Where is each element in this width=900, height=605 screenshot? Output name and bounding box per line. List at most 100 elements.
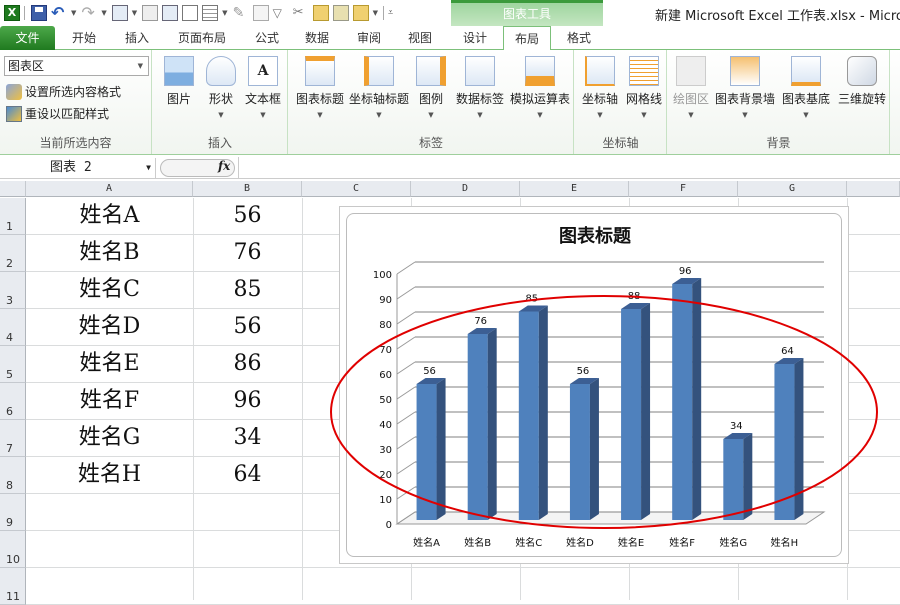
- macro-icon[interactable]: [312, 5, 329, 21]
- redo-dropdown-icon[interactable]: ▼: [101, 9, 106, 17]
- filter-icon[interactable]: ▽: [273, 5, 289, 21]
- row-header[interactable]: 2: [0, 235, 26, 272]
- reset-to-match-style-button[interactable]: 重设以匹配样式: [6, 105, 109, 122]
- row-header[interactable]: 6: [0, 383, 26, 420]
- chart-floor-button[interactable]: 图表基底 ▼: [778, 56, 834, 119]
- insert-textbox-button[interactable]: A 文本框 ▼: [242, 56, 284, 119]
- cell-name[interactable]: 姓名E: [26, 346, 193, 382]
- formula-input[interactable]: [244, 159, 894, 177]
- row-header[interactable]: 5: [0, 346, 26, 383]
- form3-icon[interactable]: [162, 5, 179, 21]
- row-header[interactable]: 11: [0, 568, 26, 605]
- cell-name[interactable]: 姓名G: [26, 420, 193, 456]
- row-header[interactable]: 7: [0, 420, 26, 457]
- tools-icon[interactable]: [352, 5, 369, 21]
- tab-data[interactable]: 数据: [295, 26, 339, 50]
- cell-value[interactable]: 76: [193, 235, 302, 271]
- button-label: 形状: [208, 92, 233, 106]
- row-header[interactable]: 4: [0, 309, 26, 346]
- row-header[interactable]: 9: [0, 494, 26, 531]
- column-header-a[interactable]: A: [26, 181, 193, 197]
- tab-design[interactable]: 设计: [453, 26, 497, 50]
- chevron-down-icon[interactable]: ▼: [146, 158, 151, 178]
- column-header-b[interactable]: B: [193, 181, 302, 197]
- cell-name[interactable]: 姓名F: [26, 383, 193, 419]
- tab-review[interactable]: 审阅: [347, 26, 391, 50]
- tab-layout[interactable]: 布局: [503, 26, 551, 51]
- customize-toolbar-icon[interactable]: ⩡: [388, 8, 393, 18]
- cell-name[interactable]: 姓名H: [26, 457, 193, 493]
- row-header[interactable]: 8: [0, 457, 26, 494]
- tab-view[interactable]: 视图: [398, 26, 442, 50]
- insert-function-icon[interactable]: fx: [218, 159, 230, 173]
- tools-dropdown-icon[interactable]: ▼: [373, 9, 378, 17]
- cell-value[interactable]: 64: [193, 457, 302, 493]
- form-icon[interactable]: [111, 5, 128, 21]
- tab-file[interactable]: 文件: [0, 26, 55, 50]
- row-header[interactable]: 10: [0, 531, 26, 568]
- row-header[interactable]: 3: [0, 272, 26, 309]
- form-dropdown-icon[interactable]: ▼: [132, 9, 137, 17]
- row-header[interactable]: 1: [0, 198, 26, 235]
- cell-value[interactable]: 85: [193, 272, 302, 308]
- axis-titles-button[interactable]: 坐标轴标题 ▼: [347, 56, 411, 119]
- gridlines-button[interactable]: 网格线 ▼: [622, 56, 666, 119]
- column-header-f[interactable]: F: [629, 181, 738, 197]
- plot-area-button[interactable]: 绘图区 ▼: [671, 56, 711, 119]
- column-header-c[interactable]: C: [302, 181, 411, 197]
- redo-icon[interactable]: ↷: [81, 5, 97, 21]
- format-selection-button[interactable]: 设置所选内容格式: [6, 83, 121, 100]
- chart-title-button[interactable]: 图表标题 ▼: [292, 56, 348, 119]
- cell-name[interactable]: 姓名C: [26, 272, 193, 308]
- cell-name[interactable]: 姓名B: [26, 235, 193, 271]
- select-all-corner[interactable]: [0, 181, 26, 197]
- y-tick-label: 40: [379, 420, 392, 431]
- legend-button[interactable]: 图例 ▼: [411, 56, 451, 119]
- tab-home[interactable]: 开始: [62, 26, 106, 50]
- form2-icon[interactable]: [142, 5, 159, 21]
- chart-wall-button[interactable]: 图表背景墙 ▼: [712, 56, 778, 119]
- clear-icon[interactable]: ✂: [293, 5, 309, 21]
- print-preview-icon[interactable]: [182, 5, 199, 21]
- excel-logo-icon[interactable]: X: [4, 5, 20, 21]
- column-header-d[interactable]: D: [411, 181, 520, 197]
- cell-name[interactable]: 姓名D: [26, 309, 193, 345]
- format-painter-icon[interactable]: ✎: [233, 5, 249, 21]
- insert-shapes-button[interactable]: 形状 ▼: [200, 56, 242, 119]
- data-table-button[interactable]: 模拟运算表 ▼: [508, 56, 572, 119]
- cell-value[interactable]: 86: [193, 346, 302, 382]
- column-header-e[interactable]: E: [520, 181, 629, 197]
- bar-front: [723, 439, 744, 520]
- chart-object[interactable]: 图表标题 0 10 20 30 40 50 60 70 80 90 100 56 姓名A 76 姓名B 85 姓名…: [339, 206, 849, 564]
- cell-value[interactable]: 56: [193, 198, 302, 234]
- chart-element-selector[interactable]: 图表区 ▼: [4, 56, 149, 76]
- table-dropdown-icon[interactable]: ▼: [222, 9, 227, 17]
- tab-formulas[interactable]: 公式: [245, 26, 289, 50]
- cell-value[interactable]: 56: [193, 309, 302, 345]
- chart-svg: 图表标题 0 10 20 30 40 50 60 70 80 90 100 56 姓名A 76 姓名B 85 姓名…: [373, 225, 826, 549]
- dropdown-arrow-icon: ▼: [260, 111, 266, 119]
- data-labels-button[interactable]: 数据标签 ▼: [452, 56, 508, 119]
- tab-format[interactable]: 格式: [557, 26, 601, 50]
- cell-value[interactable]: 34: [193, 420, 302, 456]
- undo-dropdown-icon[interactable]: ▼: [71, 9, 76, 17]
- table-icon[interactable]: [202, 5, 219, 21]
- tab-page-layout[interactable]: 页面布局: [170, 26, 234, 50]
- 3d-rotation-button[interactable]: 三维旋转: [834, 56, 890, 107]
- group-label: 坐标轴: [602, 136, 639, 150]
- undo-icon[interactable]: ↶: [51, 5, 67, 21]
- copy-icon[interactable]: [252, 5, 269, 21]
- x-tick-label: 姓名B: [464, 536, 491, 549]
- properties-icon[interactable]: [332, 5, 349, 21]
- save-icon[interactable]: [31, 5, 47, 21]
- data-table-icon: [525, 56, 555, 86]
- cell-name[interactable]: 姓名A: [26, 198, 193, 234]
- axes-button[interactable]: 坐标轴 ▼: [578, 56, 622, 119]
- column-header-h[interactable]: [847, 181, 900, 197]
- gridline-depth: [396, 386, 416, 400]
- cell-value[interactable]: 96: [193, 383, 302, 419]
- tab-insert[interactable]: 插入: [115, 26, 159, 50]
- column-header-g[interactable]: G: [738, 181, 847, 197]
- insert-picture-button[interactable]: 图片: [158, 56, 200, 107]
- name-box[interactable]: 图表 2 ▼: [0, 158, 156, 178]
